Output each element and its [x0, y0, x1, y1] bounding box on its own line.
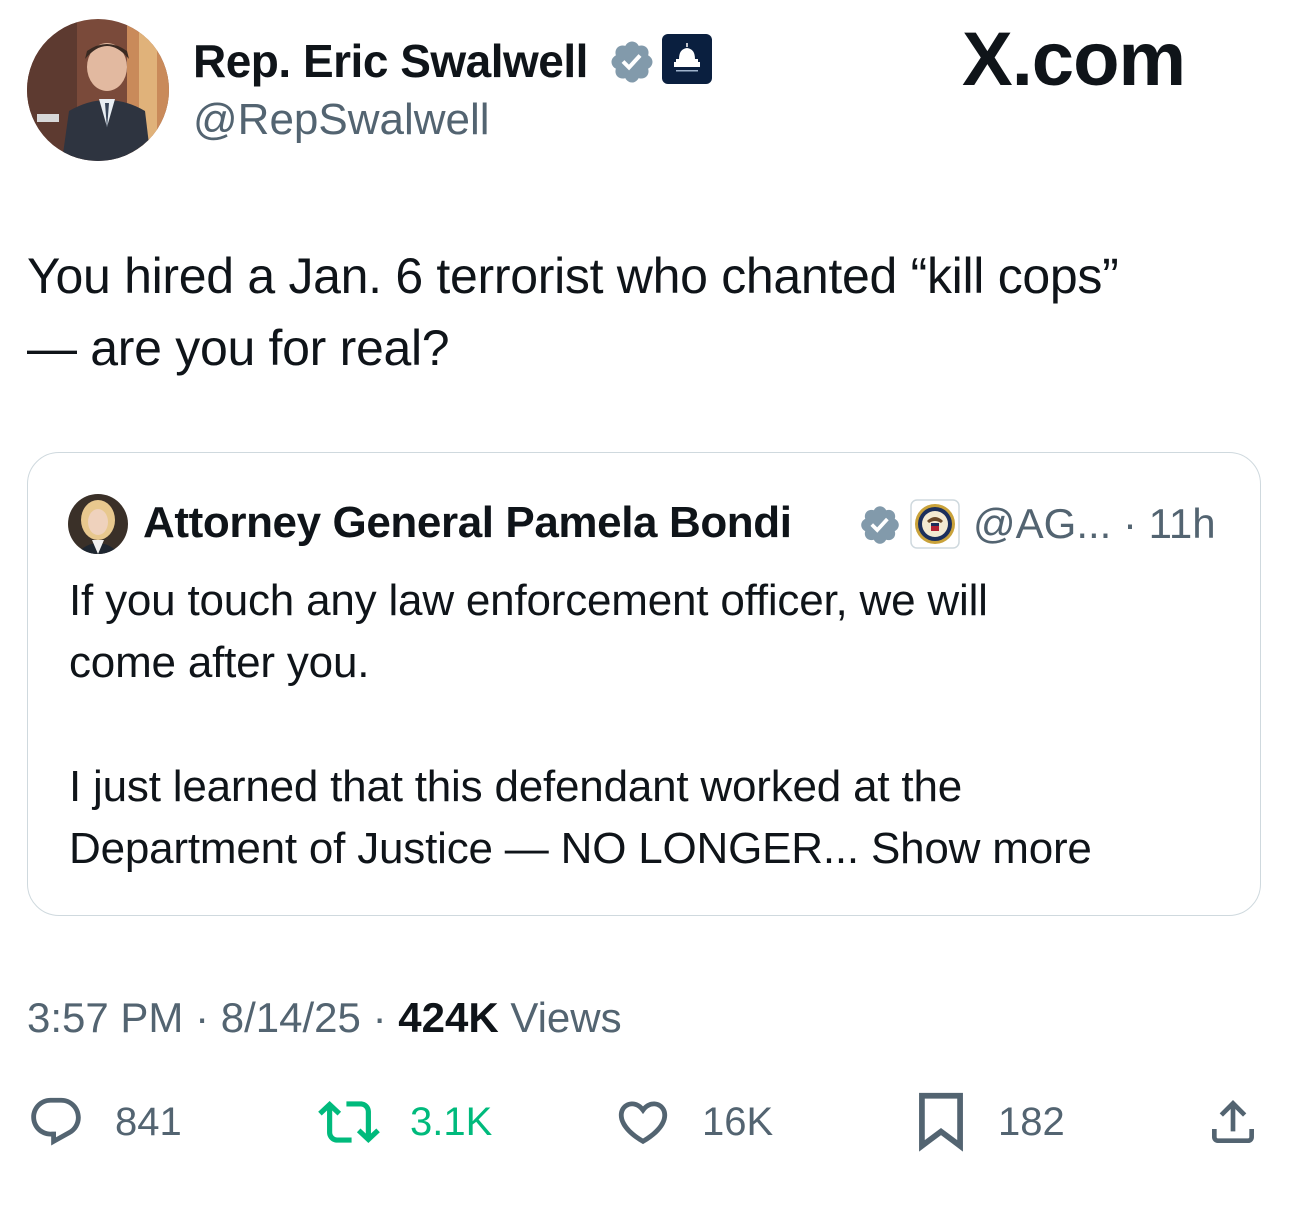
share-icon: [1205, 1094, 1261, 1150]
bookmark-count: 182: [998, 1099, 1065, 1144]
x-com-watermark: X.com: [962, 17, 1186, 102]
views-label: Views: [510, 994, 622, 1041]
like-count: 16K: [702, 1099, 774, 1144]
meta-separator: ·: [195, 994, 210, 1041]
reply-icon: [27, 1093, 85, 1151]
meta-separator: ·: [1123, 500, 1137, 547]
quoted-author-handle[interactable]: @AG...: [973, 500, 1111, 547]
verified-badge-icon[interactable]: [858, 503, 902, 547]
like-button[interactable]: 16K: [614, 1092, 773, 1152]
show-more-link[interactable]: Show more: [871, 824, 1092, 873]
views-count: 424K: [398, 994, 499, 1041]
house-democrats-capitol-icon[interactable]: [662, 34, 712, 84]
quoted-tweet-time[interactable]: 11h: [1149, 500, 1216, 547]
quoted-author-avatar[interactable]: [68, 494, 128, 554]
share-button[interactable]: [1205, 1092, 1261, 1152]
verified-badge-icon[interactable]: [608, 38, 656, 86]
repost-count: 3.1K: [410, 1099, 493, 1144]
repost-button[interactable]: 3.1K: [318, 1092, 492, 1152]
author-avatar[interactable]: [27, 19, 169, 161]
author-display-name[interactable]: Rep. Eric Swalwell: [193, 34, 588, 88]
quoted-author-display-name[interactable]: Attorney General Pamela Bondi: [143, 498, 792, 548]
tweet-text: You hired a Jan. 6 terrorist who chanted…: [27, 248, 1119, 376]
repost-icon: [318, 1091, 380, 1153]
quoted-tweet-meta: @AG... · 11h: [973, 500, 1216, 548]
reply-button[interactable]: 841: [27, 1092, 182, 1152]
author-handle[interactable]: @RepSwalwell: [193, 95, 490, 145]
tweet-meta-line: 3:57 PM · 8/14/25 · 424K Views: [27, 994, 622, 1042]
bookmark-button[interactable]: 182: [914, 1092, 1065, 1152]
quoted-tweet-body: If you touch any law enforcement officer…: [69, 576, 988, 873]
doj-seal-icon[interactable]: [910, 499, 960, 549]
reply-count: 841: [115, 1099, 182, 1144]
meta-separator: ·: [372, 994, 387, 1041]
bookmark-icon: [914, 1091, 968, 1153]
tweet-date[interactable]: 8/14/25: [221, 994, 361, 1041]
heart-icon: [614, 1093, 672, 1151]
tweet-time[interactable]: 3:57 PM: [27, 994, 183, 1041]
quoted-tweet-text: If you touch any law enforcement officer…: [69, 570, 1229, 880]
